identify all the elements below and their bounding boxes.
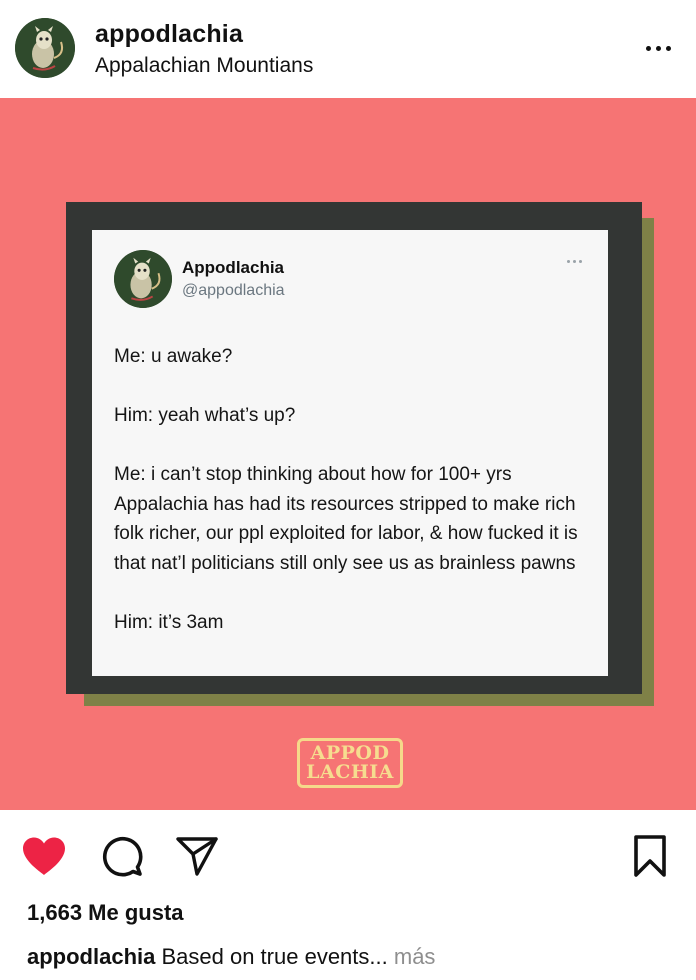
tweet-text: Me: u awake? Him: yeah what’s up? Me: i …	[114, 342, 594, 637]
paper-plane-icon	[176, 837, 218, 876]
tweet-avatar-icon	[114, 250, 172, 308]
post-header: appodlachia Appalachian Mountians	[0, 0, 696, 98]
post-location[interactable]: Appalachian Mountians	[95, 54, 313, 78]
tweet-more-icon	[567, 260, 582, 263]
logo-line-2: LACHIA	[306, 761, 394, 783]
more-options-button[interactable]	[640, 30, 676, 66]
tweet-handle: @appodlachia	[182, 282, 285, 299]
action-bar	[0, 810, 696, 898]
share-button[interactable]	[173, 834, 221, 878]
tweet-card: Appodlachia @appodlachia Me: u awake? Hi…	[92, 230, 608, 676]
appodlachia-logo: APPOD LACHIA	[297, 738, 403, 788]
save-button[interactable]	[626, 834, 674, 878]
comment-button[interactable]	[98, 834, 146, 878]
tweet-paragraph: Him: it’s 3am	[114, 611, 224, 633]
post-caption: appodlachia Based on true events... más	[27, 944, 435, 970]
tweet-display-name: Appodlachia	[182, 258, 285, 277]
heart-filled-icon	[23, 837, 65, 875]
caption-text: Based on true events...	[161, 944, 388, 969]
like-button[interactable]	[20, 834, 68, 878]
caption-username[interactable]: appodlachia	[27, 944, 155, 969]
post-image[interactable]: Appodlachia @appodlachia Me: u awake? Hi…	[0, 98, 696, 810]
more-horizontal-icon	[645, 45, 651, 51]
bookmark-icon	[634, 835, 666, 877]
possum-avatar-icon[interactable]	[15, 18, 75, 78]
caption-more-link[interactable]: más	[394, 944, 436, 969]
comment-icon	[102, 836, 143, 877]
tweet-paragraph: Me: u awake?	[114, 346, 233, 367]
likes-count[interactable]: 1,663 Me gusta	[27, 900, 184, 926]
post-username[interactable]: appodlachia	[95, 20, 243, 49]
tweet-paragraph: Me: i can’t stop thinking about how for …	[114, 464, 578, 574]
tweet-paragraph: Him: yeah what’s up?	[114, 405, 296, 426]
